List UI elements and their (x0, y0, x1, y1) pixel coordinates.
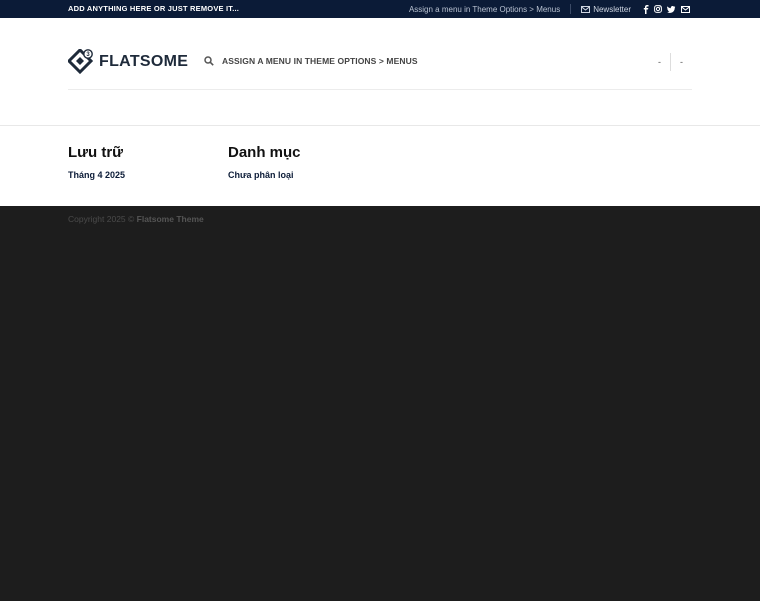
copyright-prefix: Copyright 2025 © (68, 214, 135, 224)
top-bar-right: Assign a menu in Theme Options > Menus N… (409, 0, 690, 18)
site-header: 3 FLATSOME ASSIGN A MENU IN THEME OPTION… (0, 18, 760, 126)
category-link[interactable]: Chưa phân loại (228, 170, 301, 180)
widget-archives: Lưu trữ Tháng 4 2025 (68, 144, 125, 180)
email-icon[interactable] (681, 5, 690, 13)
twitter-icon[interactable] (667, 5, 676, 13)
top-bar-divider (570, 4, 572, 14)
search-icon[interactable] (204, 56, 214, 66)
site-footer: Copyright 2025 © Flatsome Theme (0, 206, 760, 601)
flatsome-logo-icon: 3 (68, 49, 94, 75)
header-right-item-2[interactable]: - (671, 57, 692, 67)
site-logo[interactable]: 3 FLATSOME (68, 49, 188, 75)
newsletter-label: Newsletter (593, 4, 631, 14)
social-icons (643, 4, 690, 14)
widget-categories-title: Danh mục (228, 144, 301, 161)
widget-categories: Danh mục Chưa phân loại (228, 144, 301, 180)
newsletter-link[interactable]: Newsletter (581, 5, 631, 14)
footer-widgets: Lưu trữ Tháng 4 2025 Danh mục Chưa phân … (0, 126, 760, 206)
header-bottom-rule (68, 89, 692, 90)
archive-link[interactable]: Tháng 4 2025 (68, 170, 125, 180)
envelope-icon (581, 5, 591, 13)
top-bar-promo: ADD ANYTHING HERE OR JUST REMOVE IT... (68, 4, 240, 13)
header-right-item-1[interactable]: - (649, 57, 670, 67)
top-menu-hint[interactable]: Assign a menu in Theme Options > Menus (409, 5, 560, 14)
copyright-text: Copyright 2025 © Flatsome Theme (68, 214, 204, 224)
header-right: - - (649, 52, 692, 72)
main-nav: ASSIGN A MENU IN THEME OPTIONS > MENUS (204, 56, 418, 66)
copyright-brand-link[interactable]: Flatsome Theme (137, 214, 204, 224)
logo-text: FLATSOME (99, 53, 189, 70)
nav-menu-hint[interactable]: ASSIGN A MENU IN THEME OPTIONS > MENUS (222, 56, 418, 66)
top-bar: ADD ANYTHING HERE OR JUST REMOVE IT... A… (0, 0, 760, 18)
facebook-icon[interactable] (643, 4, 649, 14)
instagram-icon[interactable] (654, 5, 662, 13)
widget-archives-title: Lưu trữ (68, 144, 124, 161)
